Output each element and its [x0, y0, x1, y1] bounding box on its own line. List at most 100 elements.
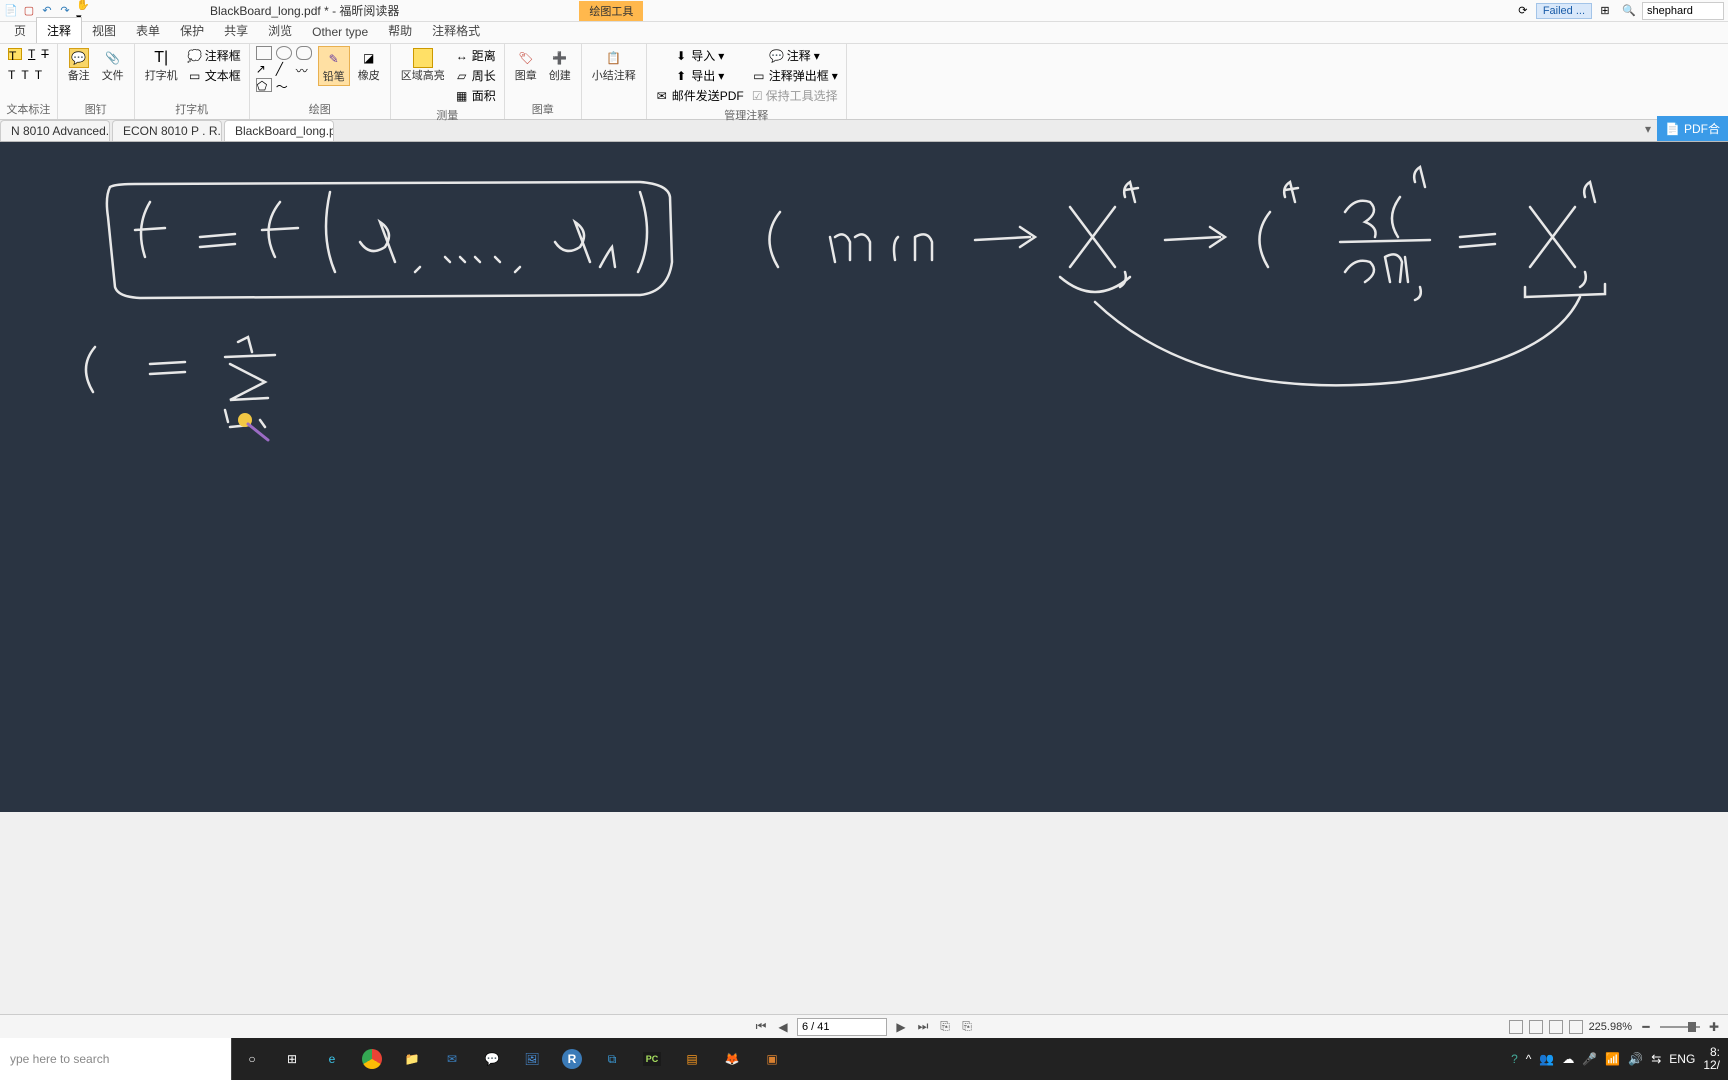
redo-icon[interactable]: ↷ [58, 4, 72, 18]
typewriter-button[interactable]: T|打字机 [141, 46, 182, 84]
shape-polygon[interactable]: ⬠ [256, 78, 272, 92]
memo-button[interactable]: 💬备注 [64, 46, 94, 84]
eraser-button[interactable]: ◪橡皮 [354, 46, 384, 84]
grid-icon[interactable]: ⊞ [1598, 4, 1612, 18]
tab-format[interactable]: 注释格式 [422, 18, 490, 43]
area-highlight-button[interactable]: 区域高亮 [397, 46, 449, 84]
cloud-tray-icon[interactable]: ☁ [1562, 1052, 1574, 1066]
pdf-canvas[interactable] [0, 142, 1728, 812]
wechat-icon[interactable]: 💬 [472, 1038, 512, 1080]
mic-tray-icon[interactable]: 🎤 [1582, 1052, 1597, 1066]
strike-btn[interactable]: T [39, 46, 50, 62]
file-button[interactable]: 📎文件 [98, 46, 128, 84]
tab-browse[interactable]: 浏览 [258, 18, 302, 43]
tab-view[interactable]: 视图 [82, 18, 126, 43]
clock-tray[interactable]: 8: 12/ [1703, 1046, 1720, 1072]
shape-polyline[interactable]: 〰 [296, 62, 312, 76]
replace-btn[interactable]: T [33, 67, 44, 83]
tab-help[interactable]: 帮助 [378, 18, 422, 43]
shape-arrow[interactable]: ↗ [256, 62, 272, 76]
text-box-btn[interactable]: ▭文本框 [186, 66, 243, 85]
popup-dropdown[interactable]: ▭注释弹出框▾ [750, 66, 840, 85]
pencil-button[interactable]: ✎铅笔 [318, 46, 350, 86]
explorer-icon[interactable]: 📁 [392, 1038, 432, 1080]
highlight-btn[interactable]: T [6, 46, 24, 62]
tab-dropdown-icon[interactable]: ▾ [1639, 122, 1657, 136]
taskview-icon[interactable]: ⊞ [272, 1038, 312, 1080]
doc-tab-2[interactable]: BlackBoard_long.pdf *✕ [224, 120, 334, 141]
underline-btn[interactable]: T [26, 46, 37, 62]
page-input[interactable] [797, 1018, 887, 1036]
lang-tray[interactable]: ENG [1669, 1052, 1695, 1066]
new-icon[interactable]: ▢ [22, 4, 36, 18]
pycharm-icon[interactable]: PC [632, 1038, 672, 1080]
view-single-icon[interactable] [1509, 1020, 1523, 1034]
mail-icon[interactable]: ✉ [432, 1038, 472, 1080]
wifi-tray-icon[interactable]: 📶 [1605, 1052, 1620, 1066]
stamp-button[interactable]: 🏷图章 [511, 46, 541, 84]
shape-oval[interactable] [276, 46, 292, 60]
search-input[interactable] [1642, 2, 1724, 20]
view-facing-icon[interactable] [1549, 1020, 1563, 1034]
comment-dropdown[interactable]: 💬注释▾ [750, 46, 840, 65]
zoom-slider[interactable] [1660, 1026, 1700, 1028]
first-page-icon[interactable]: ⏮ [753, 1019, 769, 1035]
import-btn[interactable]: ⬇导入▾ [653, 46, 746, 65]
failed-button[interactable]: Failed ... [1536, 3, 1592, 19]
view-cover-icon[interactable] [1569, 1020, 1583, 1034]
copy-page2-icon[interactable]: ⎘ [959, 1019, 975, 1035]
help-tray-icon[interactable]: ? [1511, 1052, 1518, 1066]
chrome-icon[interactable] [352, 1038, 392, 1080]
sync-tray-icon[interactable]: ⇆ [1651, 1052, 1661, 1066]
pdf-merge-button[interactable]: 📄PDF合 [1657, 116, 1728, 141]
shape-rect[interactable] [256, 46, 272, 60]
cortana-icon[interactable]: ○ [232, 1038, 272, 1080]
shape-line[interactable]: ╱ [276, 62, 292, 76]
tab-other[interactable]: Other type [302, 21, 378, 43]
zoom-out-icon[interactable]: ━ [1638, 1019, 1654, 1035]
squiggly-btn[interactable]: T [6, 67, 17, 83]
last-page-icon[interactable]: ⏭ [915, 1019, 931, 1035]
chevron-up-icon[interactable]: ^ [1526, 1052, 1532, 1066]
tab-protect[interactable]: 保护 [170, 18, 214, 43]
copy-page-icon[interactable]: ⎘ [937, 1019, 953, 1035]
hand-icon[interactable]: ✋▾ [76, 4, 90, 18]
area-btn[interactable]: ▦面积 [453, 86, 498, 105]
edge-icon[interactable]: e [312, 1038, 352, 1080]
prev-page-icon[interactable]: ◀ [775, 1019, 791, 1035]
photos-icon[interactable]: 🖼 [512, 1038, 552, 1080]
zoom-in-icon[interactable]: ✚ [1706, 1019, 1722, 1035]
distance-btn[interactable]: ↔距离 [453, 46, 498, 65]
rstudio-icon[interactable]: R [552, 1038, 592, 1080]
shape-curve[interactable]: 〜 [276, 78, 292, 92]
view-cont-icon[interactable] [1529, 1020, 1543, 1034]
sync-icon[interactable]: ⟳ [1516, 4, 1530, 18]
tab-page[interactable]: 页 [4, 18, 36, 43]
users-tray-icon[interactable]: 👥 [1539, 1052, 1554, 1066]
vscode-icon[interactable]: ⧉ [592, 1038, 632, 1080]
undo-icon[interactable]: ↶ [40, 4, 54, 18]
doc-tab-0[interactable]: N 8010 Advanced... [0, 120, 110, 141]
keep-tool-check[interactable]: ☑保持工具选择 [750, 86, 840, 105]
shape-cloud[interactable] [296, 46, 312, 60]
comment-box-btn[interactable]: 💭注释框 [186, 46, 243, 65]
vm-icon[interactable]: ▣ [752, 1038, 792, 1080]
caret-btn[interactable]: T [19, 67, 30, 83]
search-icon[interactable]: 🔍 [1622, 4, 1636, 18]
summary-button[interactable]: 📋小结注释 [588, 46, 640, 84]
tab-form[interactable]: 表单 [126, 18, 170, 43]
foxit-icon[interactable]: 🦊 [712, 1038, 752, 1080]
email-btn[interactable]: ✉邮件发送PDF [653, 86, 746, 105]
sublime-icon[interactable]: ▤ [672, 1038, 712, 1080]
taskbar-search[interactable]: ype here to search [0, 1038, 232, 1080]
tab-annotate[interactable]: 注释 [36, 17, 82, 43]
app-icon: 📄 [4, 4, 18, 18]
tab-share[interactable]: 共享 [214, 18, 258, 43]
volume-tray-icon[interactable]: 🔊 [1628, 1052, 1643, 1066]
perimeter-btn[interactable]: ▱周长 [453, 66, 498, 85]
create-stamp-button[interactable]: ➕创建 [545, 46, 575, 84]
draw-tool-tab[interactable]: 绘图工具 [579, 1, 643, 21]
export-btn[interactable]: ⬆导出▾ [653, 66, 746, 85]
doc-tab-1[interactable]: ECON 8010 P . R. G . ... [112, 120, 222, 141]
next-page-icon[interactable]: ▶ [893, 1019, 909, 1035]
